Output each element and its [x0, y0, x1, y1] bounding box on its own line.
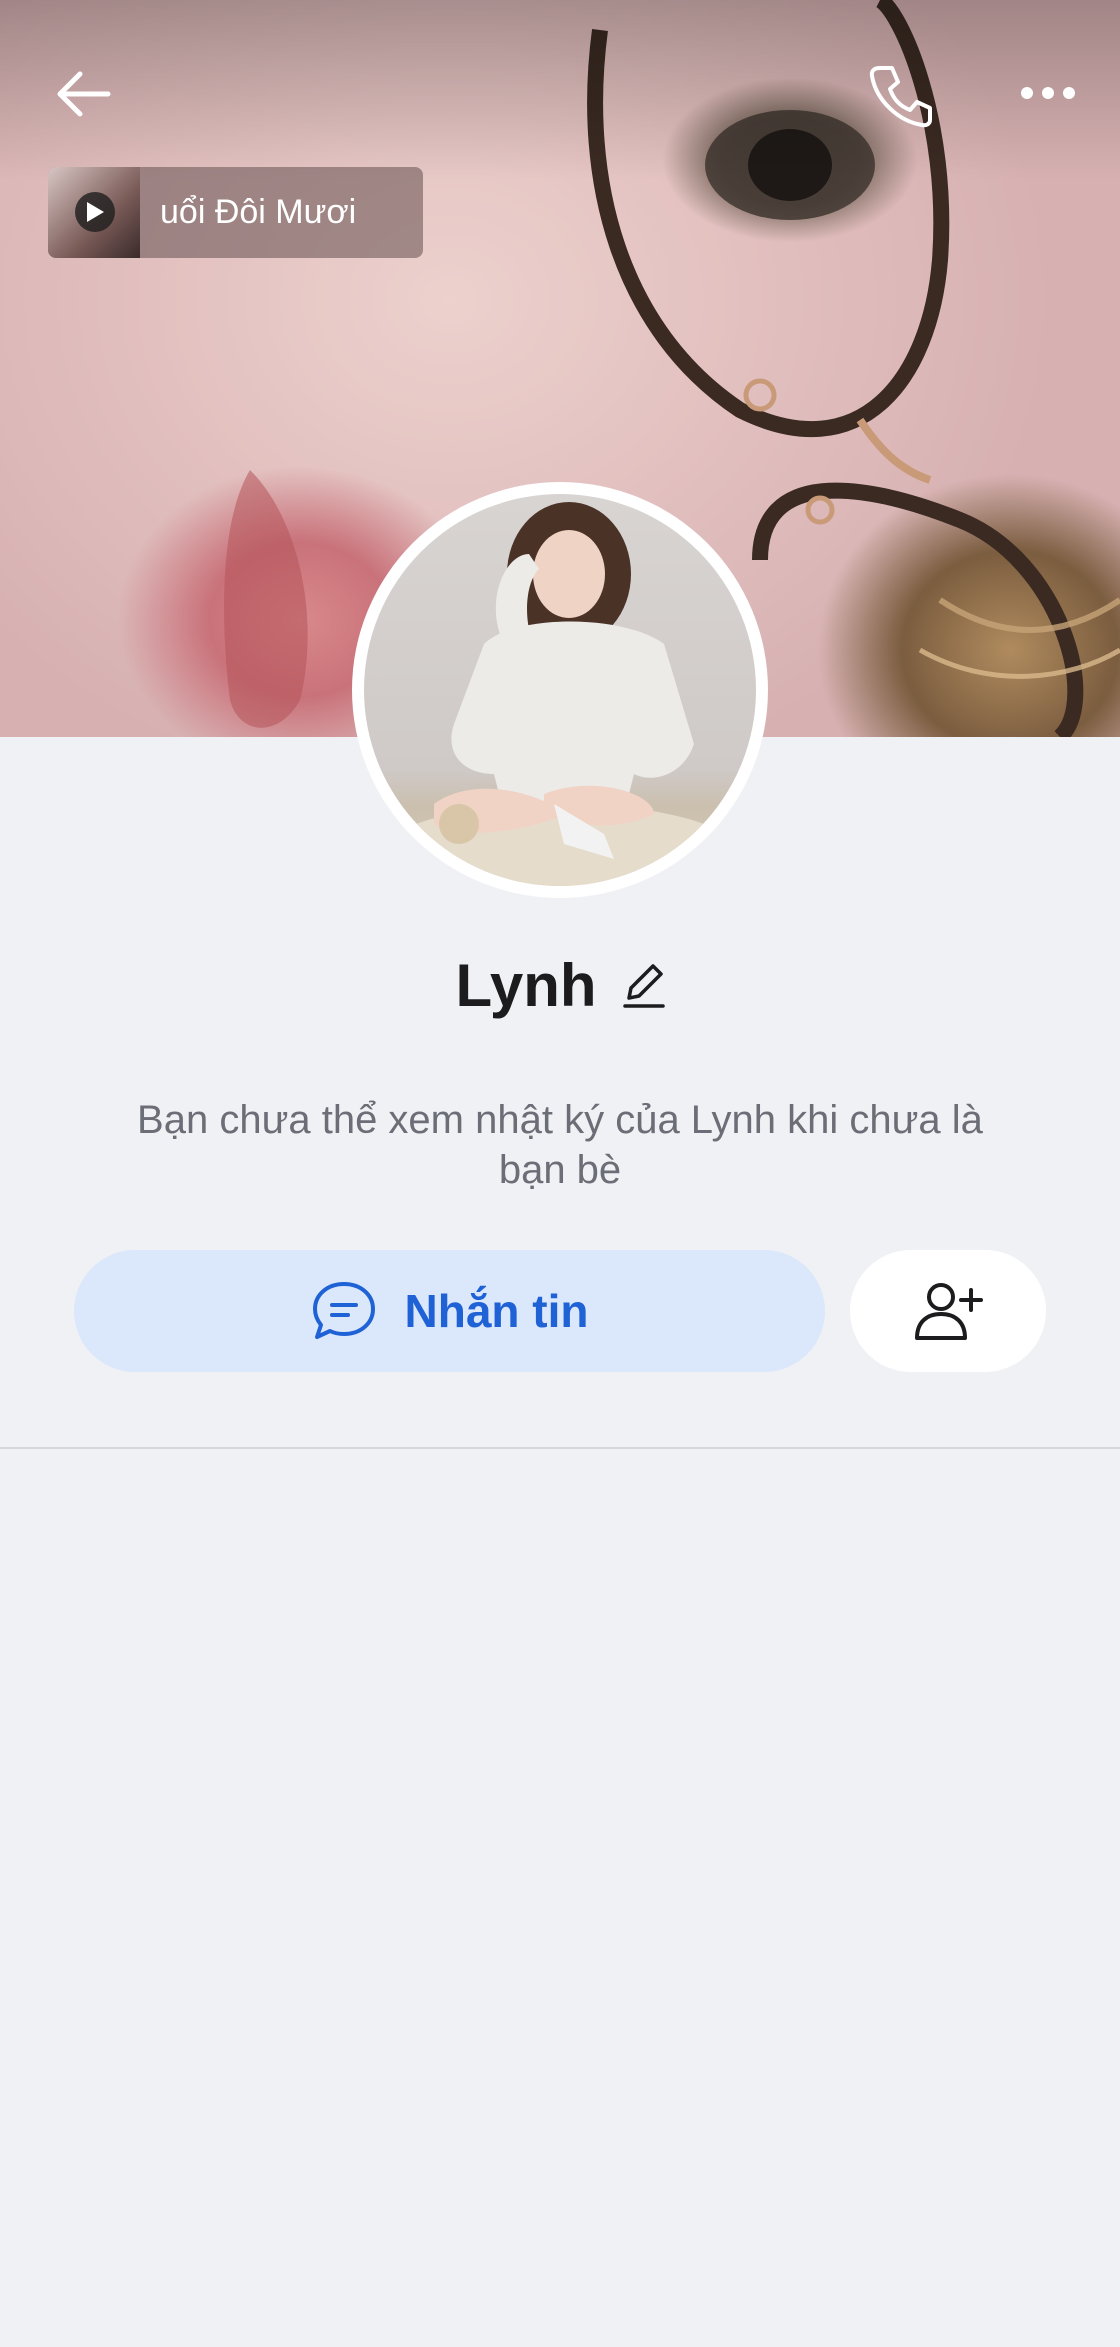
cover-top-shade [0, 0, 1120, 180]
call-button[interactable] [866, 62, 936, 128]
private-diary-notice: Bạn chưa thể xem nhật ký của Lynh khi ch… [137, 1098, 983, 1192]
more-horizontal-icon [1021, 87, 1075, 99]
add-friend-icon [915, 1283, 983, 1340]
message-button-label: Nhắn tin [404, 1285, 589, 1337]
more-button[interactable] [1016, 78, 1080, 108]
avatar-illustration [380, 502, 740, 886]
message-button[interactable]: Nhắn tin [74, 1250, 825, 1372]
add-friend-button[interactable] [850, 1250, 1046, 1372]
pencil-icon [622, 964, 665, 1008]
arrow-left-icon [57, 71, 111, 117]
profile-name-row: Lynh [0, 945, 1120, 1025]
music-title: uổi Đôi Mươi [160, 193, 357, 231]
back-button[interactable] [52, 64, 122, 124]
edit-name-button[interactable] [622, 960, 665, 1010]
music-thumbnail [48, 167, 140, 258]
profile-music-player[interactable]: uổi Đôi Mươi [48, 167, 423, 258]
phone-icon [869, 66, 932, 128]
avatar-photo [364, 494, 756, 886]
section-divider [0, 1447, 1120, 1449]
music-play-button[interactable] [75, 192, 115, 232]
chat-bubble-icon [312, 1282, 375, 1339]
play-icon [87, 202, 104, 222]
profile-name: Lynh [455, 951, 597, 1019]
avatar[interactable] [352, 482, 768, 898]
